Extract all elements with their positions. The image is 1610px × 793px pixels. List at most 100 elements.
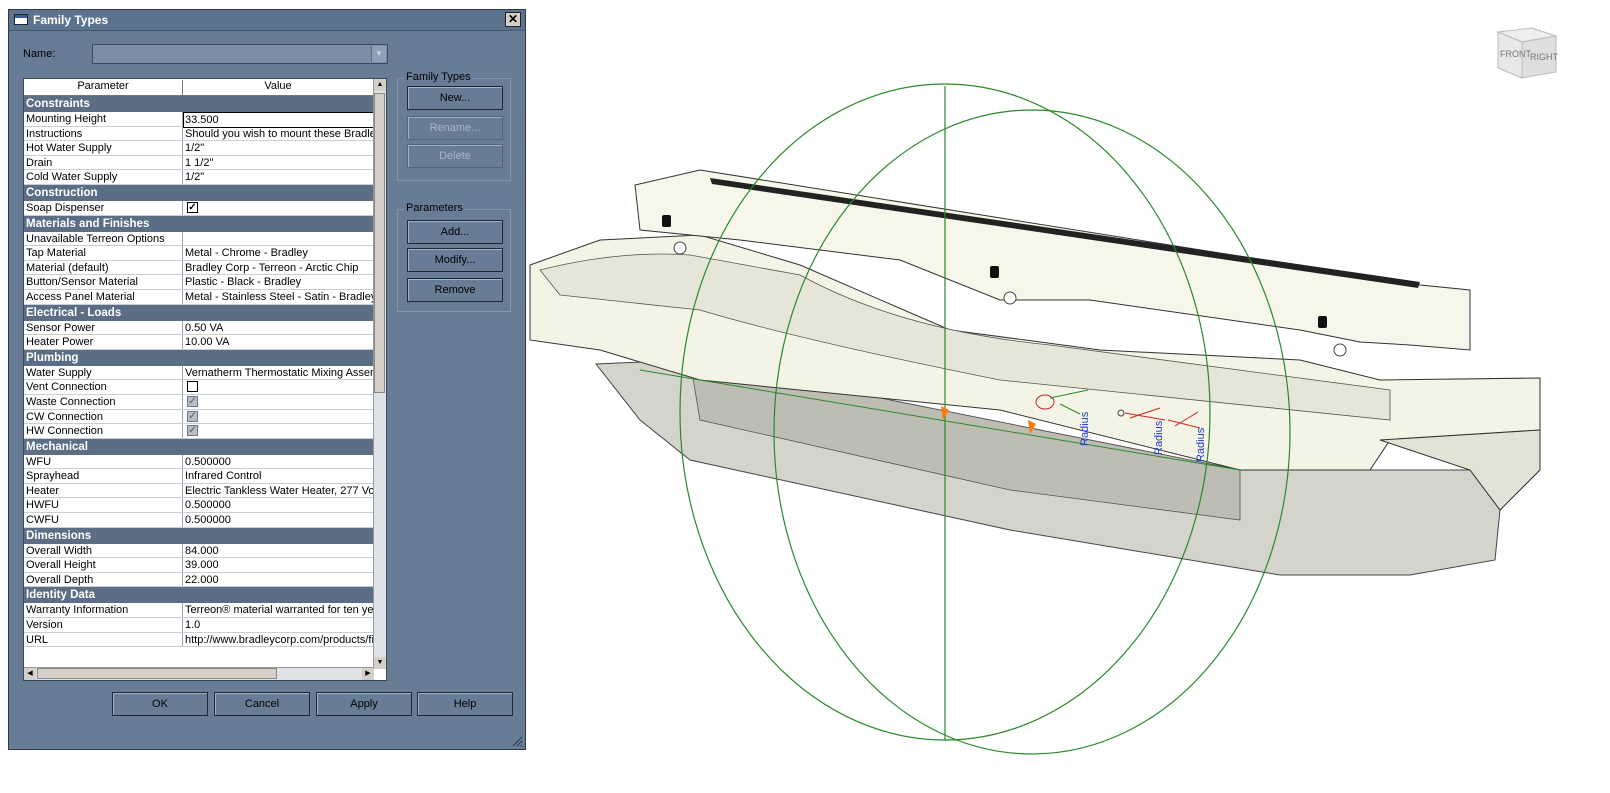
parameter-value[interactable]: 0.500000	[185, 513, 373, 527]
category-header[interactable]: Construction	[24, 184, 374, 201]
delete-type-button[interactable]: Delete	[407, 144, 503, 168]
column-divider	[182, 170, 183, 184]
scroll-up-icon[interactable]: ▲	[374, 79, 386, 91]
parameter-row[interactable]: Overall Depth 22.000	[24, 572, 374, 588]
close-button[interactable]: ✕	[505, 12, 521, 27]
category-header[interactable]: Constraints	[24, 96, 374, 112]
value-input[interactable]: 33.500	[183, 112, 374, 128]
parameter-row[interactable]: Heater Electric Tankless Water Heater, 27…	[24, 483, 374, 499]
parameter-value[interactable]: Terreon® material warranted for ten year…	[185, 603, 373, 617]
scroll-right-icon[interactable]: ▶	[362, 668, 374, 680]
parameter-row[interactable]: Access Panel Material Metal - Stainless S…	[24, 289, 374, 305]
parameter-row[interactable]: Soap Dispenser ✓	[24, 200, 374, 216]
parameter-value[interactable]: 0.500000	[185, 455, 373, 469]
parameter-value[interactable]: 1/2"	[185, 141, 373, 155]
category-header[interactable]: Plumbing	[24, 349, 374, 366]
parameter-name: Heater Power	[26, 336, 94, 349]
column-divider	[182, 618, 183, 632]
parameter-row[interactable]: Sensor Power 0.50 VA	[24, 320, 374, 336]
horizontal-scrollbar[interactable]: ◀ ▶	[24, 667, 374, 680]
apply-button[interactable]: Apply	[316, 692, 412, 716]
parameter-value[interactable]: http://www.bradleycorp.com/products/fixt	[185, 633, 373, 647]
parameter-value[interactable]: 1.0	[185, 618, 373, 632]
parameter-row[interactable]: Water Supply Vernatherm Thermostatic Mixi…	[24, 365, 374, 381]
parameter-value[interactable]: Vernatherm Thermostatic Mixing Assembly	[185, 366, 373, 380]
parameters-group-label: Parameters	[404, 202, 465, 214]
model-3d-viewport[interactable]: Radius Radius Radius	[526, 0, 1610, 793]
ok-button[interactable]: OK	[112, 692, 208, 716]
dialog-titlebar[interactable]: Family Types ✕	[9, 10, 525, 31]
parameter-row[interactable]: Hot Water Supply 1/2"	[24, 141, 374, 156]
parameter-row[interactable]: Material (default) Bradley Corp - Terreon…	[24, 260, 374, 276]
parameter-row[interactable]: URL http://www.bradleycorp.com/products/f…	[24, 632, 374, 648]
vertical-scrollbar[interactable]: ▲ ▼	[373, 79, 386, 669]
parameter-value[interactable]: Infrared Control	[185, 469, 373, 483]
column-header-value[interactable]: Value	[183, 80, 373, 92]
scroll-left-icon[interactable]: ◀	[24, 668, 36, 680]
parameter-row[interactable]: Instructions Should you wish to mount the…	[24, 126, 374, 142]
resize-grip-icon[interactable]	[511, 735, 523, 747]
parameter-row[interactable]: Warranty Information Terreon® material wa…	[24, 603, 374, 619]
parameter-value[interactable]: 39.000	[185, 558, 373, 572]
sensor-2	[990, 266, 999, 278]
parameter-row[interactable]: Drain 1 1/2"	[24, 155, 374, 171]
new-type-button[interactable]: New...	[407, 86, 503, 110]
parameter-row[interactable]: Version 1.0	[24, 618, 374, 633]
parameter-value[interactable]: Should you wish to mount these Bradley F	[185, 127, 373, 141]
modify-parameter-button[interactable]: Modify...	[407, 248, 503, 272]
column-header-parameter[interactable]: Parameter	[24, 80, 183, 95]
parameter-value[interactable]: 1/2"	[185, 170, 373, 184]
column-divider	[182, 632, 183, 647]
parameter-row[interactable]: Tap Material Metal - Chrome - Bradley	[24, 246, 374, 261]
parameter-row[interactable]: WFU 0.500000	[24, 454, 374, 470]
parameter-value[interactable]: Metal - Chrome - Bradley	[185, 246, 373, 260]
parameter-row[interactable]: HW Connection ✓	[24, 424, 374, 439]
parameter-row[interactable]: Overall Height 39.000	[24, 558, 374, 573]
cancel-button[interactable]: Cancel	[214, 692, 310, 716]
parameter-value[interactable]: 10.00 VA	[185, 335, 373, 349]
parameter-value[interactable]: 0.50 VA	[185, 321, 373, 335]
add-parameter-button[interactable]: Add...	[407, 220, 503, 244]
rename-type-button[interactable]: Rename...	[407, 116, 503, 140]
scroll-thumb[interactable]	[374, 93, 385, 393]
remove-parameter-button[interactable]: Remove	[407, 278, 503, 302]
view-cube[interactable]: FRONT RIGHT	[1490, 20, 1560, 82]
parameter-row[interactable]: Heater Power 10.00 VA	[24, 335, 374, 350]
category-header[interactable]: Identity Data	[24, 587, 374, 604]
parameter-row[interactable]: Waste Connection ✓	[24, 394, 374, 410]
parameter-value[interactable]: 0.500000	[185, 498, 373, 512]
parameter-row[interactable]: CW Connection ✓	[24, 409, 374, 425]
parameter-row[interactable]: Sprayhead Infrared Control	[24, 469, 374, 484]
category-header[interactable]: Mechanical	[24, 438, 374, 455]
parameter-row[interactable]: Cold Water Supply 1/2"	[24, 170, 374, 185]
category-header[interactable]: Dimensions	[24, 527, 374, 544]
help-button[interactable]: Help	[417, 692, 513, 716]
scroll-down-icon[interactable]: ▼	[374, 657, 386, 669]
parameter-value[interactable]: Bradley Corp - Terreon - Arctic Chip	[185, 261, 373, 275]
parameter-value[interactable]: Plastic - Black - Bradley	[185, 275, 373, 289]
name-dropdown[interactable]: ▼	[92, 44, 388, 64]
checkbox[interactable]	[187, 381, 198, 393]
parameter-row[interactable]: Overall Width 84.000	[24, 543, 374, 559]
category-header[interactable]: Electrical - Loads	[24, 304, 374, 321]
parameter-row[interactable]: Unavailable Terreon Options	[24, 231, 374, 247]
parameter-name: Vent Connection	[26, 381, 107, 394]
parameter-name: Warranty Information	[26, 604, 129, 617]
parameter-row[interactable]: HWFU 0.500000	[24, 498, 374, 514]
parameter-value[interactable]: Electric Tankless Water Heater, 277 Volt…	[185, 484, 373, 498]
parameter-value[interactable]: 22.000	[185, 573, 373, 587]
column-divider	[182, 603, 183, 618]
parameter-row[interactable]: CWFU 0.500000	[24, 513, 374, 528]
column-divider	[182, 558, 183, 572]
checkbox[interactable]: ✓	[187, 201, 198, 213]
parameter-value[interactable]: Metal - Stainless Steel - Satin - Bradle…	[185, 290, 373, 304]
parameter-row[interactable]: Button/Sensor Material Plastic - Black - …	[24, 275, 374, 290]
parameter-value[interactable]: 1 1/2"	[185, 156, 373, 170]
chevron-down-icon[interactable]: ▼	[371, 46, 386, 62]
hscroll-thumb[interactable]	[37, 668, 277, 679]
close-icon: ✕	[507, 12, 519, 26]
parameter-row[interactable]: Vent Connection	[24, 380, 374, 395]
parameter-value[interactable]: 84.000	[185, 544, 373, 558]
parameter-row[interactable]: Mounting Height 33.500	[24, 112, 374, 128]
category-header[interactable]: Materials and Finishes	[24, 215, 374, 232]
